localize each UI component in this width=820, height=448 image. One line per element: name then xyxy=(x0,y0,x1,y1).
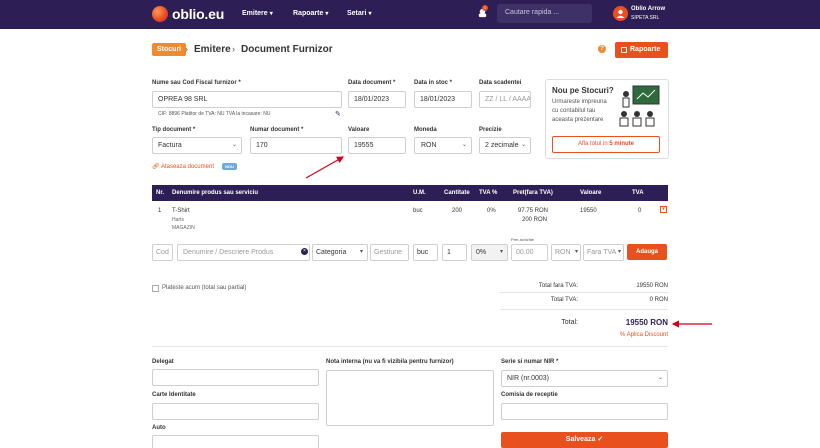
annotation-arrows xyxy=(305,156,712,328)
annotation-arrow-value xyxy=(305,156,345,179)
